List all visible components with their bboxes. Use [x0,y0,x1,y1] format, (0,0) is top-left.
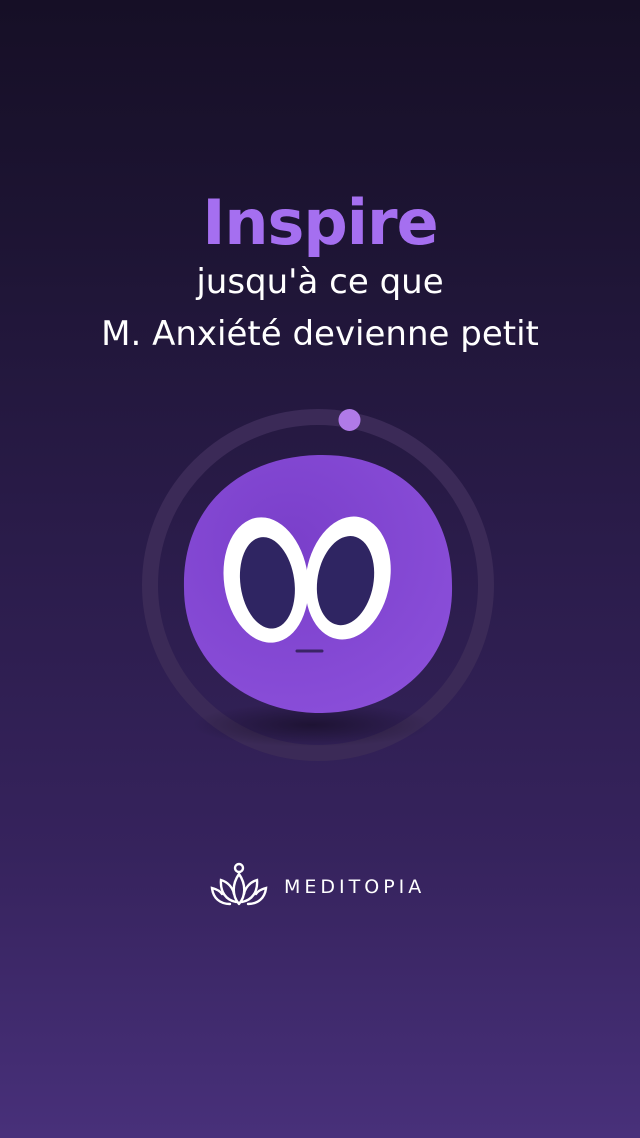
mr-anxiety-character [183,454,453,714]
brand-logo: MEDITOPIA [210,862,425,912]
brand-name: MEDITOPIA [284,876,426,898]
lotus-icon [210,862,268,912]
breathing-exercise [142,409,494,761]
progress-indicator-dot [338,409,361,431]
